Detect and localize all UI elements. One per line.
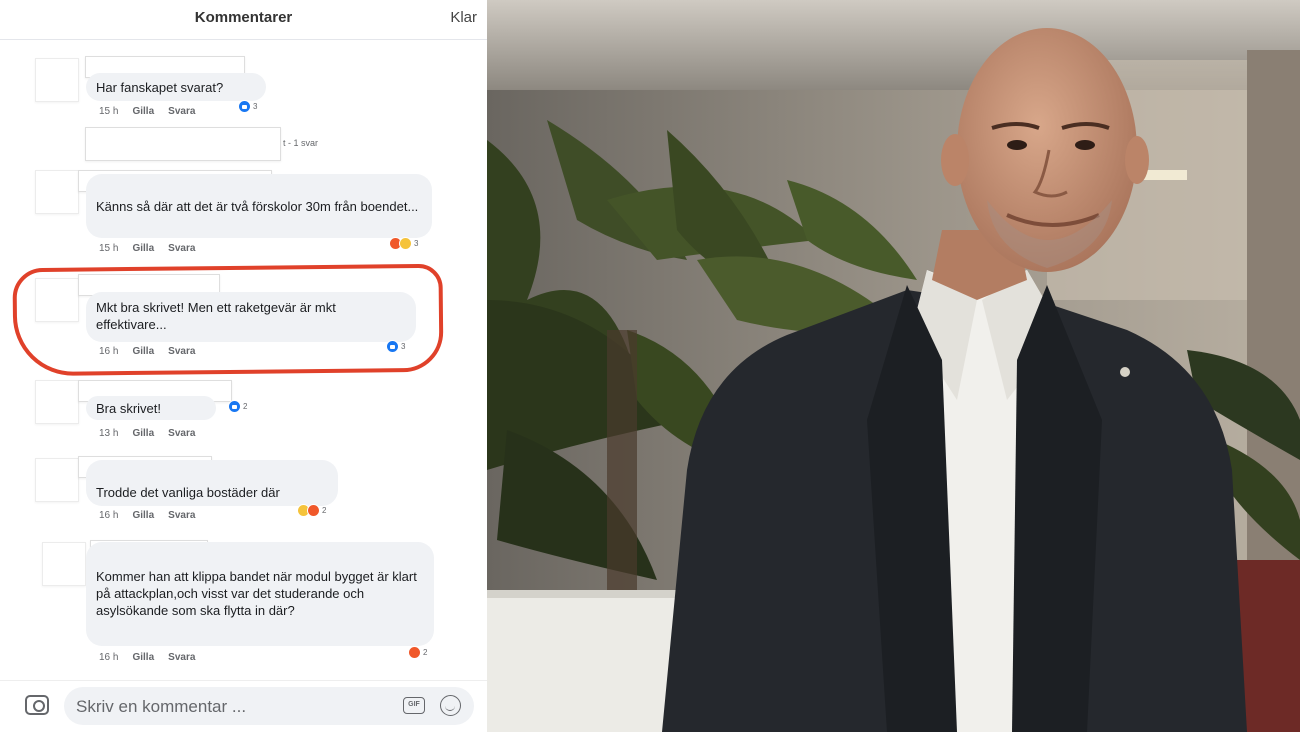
reaction-count: 2 [423, 648, 428, 657]
comment-item: Trodde det vanliga bostäder där 16 h Gill… [0, 452, 487, 528]
angry-reaction-icon [307, 504, 320, 517]
comment-composer: Skriv en kommentar ... GIF [0, 680, 487, 732]
comment-actions: 16 h Gilla Svara [99, 510, 209, 521]
like-reaction-icon [228, 400, 241, 413]
comment-time: 16 h [99, 510, 119, 521]
red-highlight-circle [12, 263, 444, 377]
reaction-count: 3 [253, 102, 258, 111]
comment-text: Känns så där att det är två förskolor 30… [96, 199, 419, 214]
comment-bubble: Känns så där att det är två förskolor 30… [86, 174, 432, 238]
gif-icon[interactable]: GIF [403, 697, 425, 714]
comment-bubble: Trodde det vanliga bostäder där [86, 460, 338, 506]
avatar[interactable] [35, 170, 79, 214]
reactions[interactable]: 2 [408, 646, 427, 659]
view-replies-link[interactable]: t - 1 svar [283, 138, 318, 148]
reaction-count: 2 [322, 506, 327, 515]
reply-button[interactable]: Svara [168, 106, 195, 117]
reply-button[interactable]: Svara [168, 652, 195, 663]
lapel-pin [1120, 367, 1130, 377]
comment-actions: 15 h Gilla Svara [99, 106, 209, 117]
like-button[interactable]: Gilla [132, 243, 154, 254]
redacted-reply-link[interactable] [85, 127, 281, 161]
head [957, 28, 1137, 272]
comment-item: Bra skrivet! 13 h Gilla Svara 2 [0, 378, 487, 444]
reactions[interactable]: 3 [389, 237, 418, 250]
comment-actions: 16 h Gilla Svara [99, 652, 209, 663]
comment-bubble: Har fanskapet svarat? [86, 73, 266, 101]
comment-time: 15 h [99, 106, 119, 117]
reply-button[interactable]: Svara [168, 243, 195, 254]
avatar[interactable] [42, 542, 86, 586]
comment-actions: 13 h Gilla Svara [99, 428, 209, 439]
comment-time: 16 h [99, 652, 119, 663]
planter [487, 590, 687, 732]
done-button[interactable]: Klar [450, 9, 477, 26]
reply-button[interactable]: Svara [168, 428, 195, 439]
camera-icon[interactable] [25, 695, 49, 715]
comment-actions: 15 h Gilla Svara [99, 243, 209, 254]
comment-item: Känns så där att det är två förskolor 30… [0, 166, 487, 260]
reactions[interactable]: 2 [297, 504, 326, 517]
like-button[interactable]: Gilla [132, 106, 154, 117]
comment-bubble: Kommer han att klippa bandet när modul b… [86, 542, 434, 646]
reaction-count: 3 [414, 239, 419, 248]
reactions[interactable]: 2 [228, 400, 247, 413]
like-button[interactable]: Gilla [132, 428, 154, 439]
comment-input[interactable]: Skriv en kommentar ... GIF [64, 687, 474, 725]
comment-text: Trodde det vanliga bostäder där [96, 485, 280, 500]
smile-icon[interactable] [440, 695, 461, 716]
page-title: Kommentarer [194, 9, 293, 26]
reaction-count: 2 [243, 402, 248, 411]
comment-text: Bra skrivet! [96, 401, 162, 416]
comments-panel: Kommentarer Klar Har fanskapet svarat? 1… [0, 0, 487, 732]
comment-time: 13 h [99, 428, 119, 439]
like-button[interactable]: Gilla [132, 510, 154, 521]
reactions[interactable]: 3 [238, 100, 257, 113]
comments-header: Kommentarer Klar [0, 0, 487, 40]
like-button[interactable]: Gilla [132, 652, 154, 663]
comment-item: Kommer han att klippa bandet när modul b… [0, 536, 487, 670]
comment-item: Har fanskapet svarat? 15 h Gilla Svara 3 [0, 46, 487, 122]
angry-reaction-icon [408, 646, 421, 659]
portrait-photo [487, 0, 1300, 732]
avatar[interactable] [35, 380, 79, 424]
haha-reaction-icon [399, 237, 412, 250]
comment-bubble: Bra skrivet! [86, 396, 216, 420]
reply-button[interactable]: Svara [168, 510, 195, 521]
avatar[interactable] [35, 458, 79, 502]
comment-text: Har fanskapet svarat? [96, 80, 224, 95]
comment-text: Kommer han att klippa bandet när modul b… [96, 569, 417, 618]
portrait-illustration [487, 0, 1300, 732]
like-reaction-icon [238, 100, 251, 113]
comment-input-placeholder: Skriv en kommentar ... [76, 697, 247, 716]
avatar[interactable] [35, 58, 79, 102]
comment-time: 15 h [99, 243, 119, 254]
